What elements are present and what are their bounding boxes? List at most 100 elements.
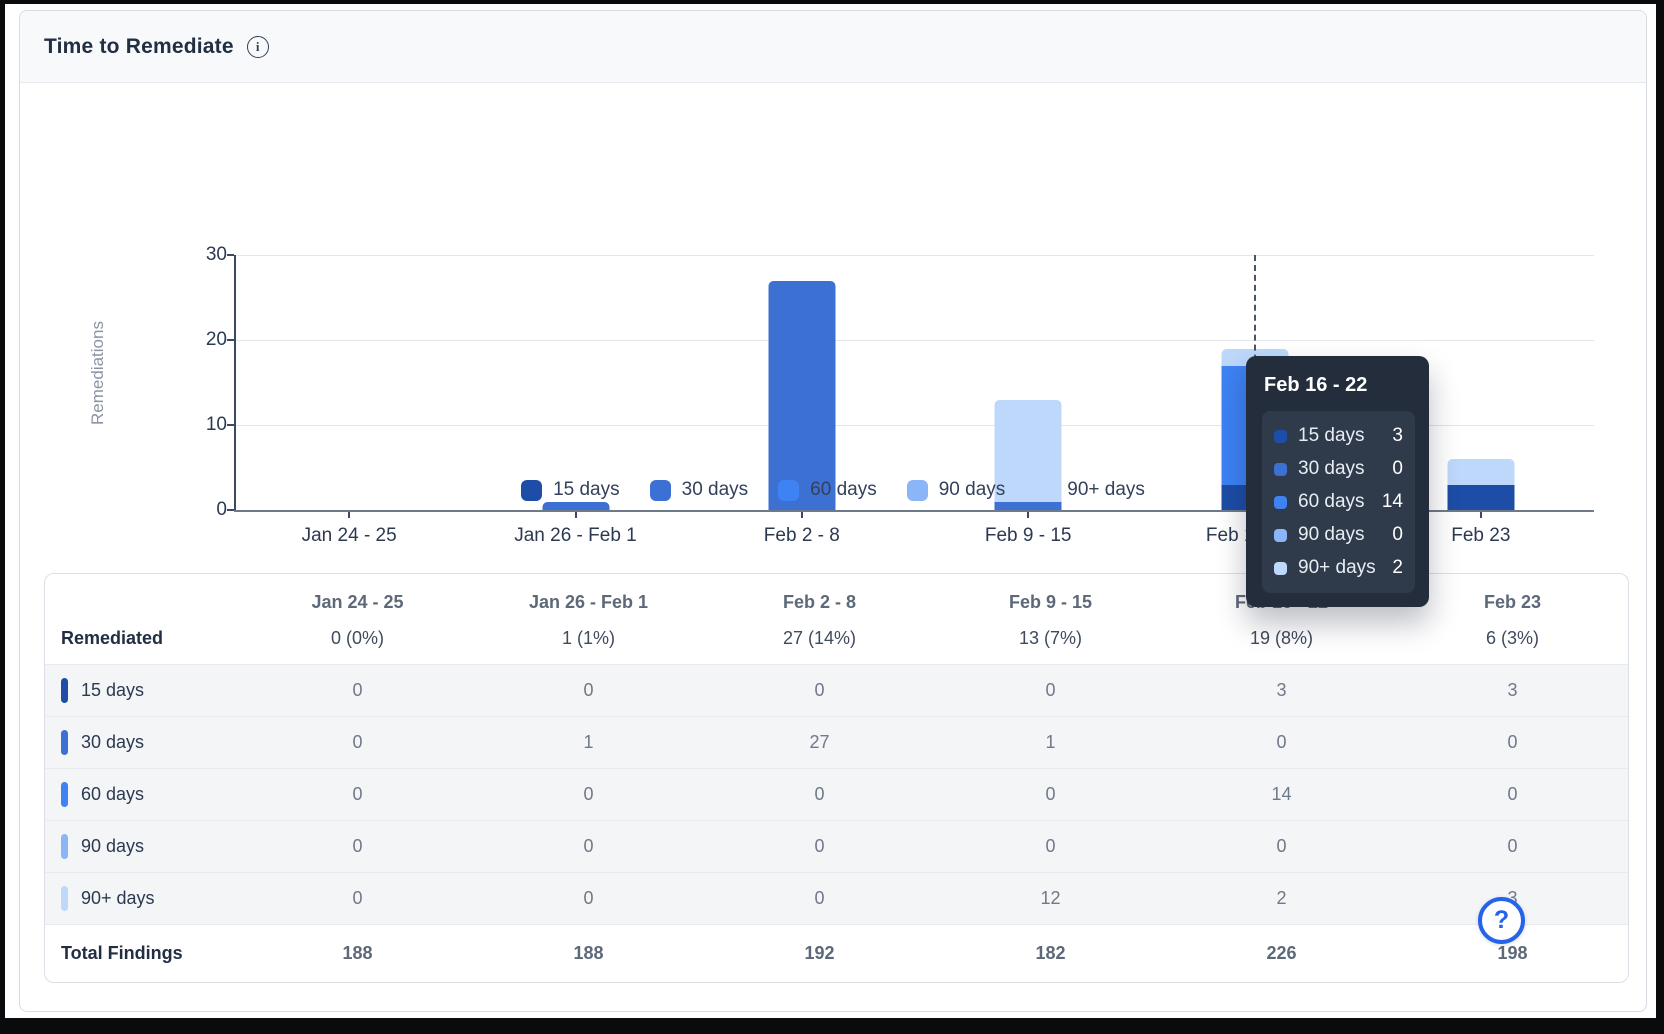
row-label-cell: 30 days — [45, 730, 242, 755]
y-tick-mark — [227, 339, 234, 341]
bar-jan-26-feb-1[interactable] — [542, 502, 609, 511]
row-label: Remediated — [61, 628, 163, 649]
legend-label: 60 days — [810, 479, 877, 501]
row-label: 60 days — [81, 784, 144, 805]
series-value: 0 — [704, 784, 935, 805]
y-axis-line — [234, 255, 236, 510]
tooltip-row-label: 30 days — [1298, 458, 1381, 480]
legend-swatch-icon — [778, 480, 799, 501]
x-tick-label: Jan 26 - Feb 1 — [514, 525, 637, 547]
total-findings-value: 182 — [935, 943, 1166, 964]
series-value: 2 — [1166, 888, 1397, 909]
series-color-pill — [61, 678, 68, 703]
gridline-30 — [236, 255, 1594, 256]
series-value: 0 — [935, 784, 1166, 805]
x-tick-label: Jan 24 - 25 — [302, 525, 397, 547]
bar-segment-30-days[interactable] — [768, 281, 835, 511]
x-tick-mark — [575, 512, 577, 518]
y-tick-label: 10 — [177, 414, 227, 436]
series-value: 0 — [1397, 784, 1628, 805]
legend-label: 15 days — [553, 479, 620, 501]
legend-swatch-icon — [907, 480, 928, 501]
row-label: 90+ days — [81, 888, 155, 909]
bar-segment-30-days[interactable] — [995, 502, 1062, 511]
series-value: 0 — [473, 680, 704, 701]
tooltip-row-60-days: 60 days14 — [1274, 491, 1403, 513]
remediated-value: 19 (8%) — [1166, 628, 1397, 649]
remediated-value: 13 (7%) — [935, 628, 1166, 649]
series-value: 0 — [704, 888, 935, 909]
bar-feb-2-8[interactable] — [768, 281, 835, 511]
remediated-value: 6 (3%) — [1397, 628, 1628, 649]
row-label-cell: 60 days — [45, 782, 242, 807]
row-label: 90 days — [81, 836, 144, 857]
gridline-20 — [236, 340, 1594, 341]
series-value: 1 — [935, 732, 1166, 753]
tooltip-swatch-icon — [1274, 529, 1287, 542]
series-value: 0 — [473, 836, 704, 857]
row-label-cell: 90+ days — [45, 886, 242, 911]
legend-swatch-icon — [650, 480, 671, 501]
table-column-header: Jan 24 - 25 — [242, 592, 473, 613]
series-value: 3 — [1397, 680, 1628, 701]
x-tick-label: Feb 9 - 15 — [985, 525, 1072, 547]
bar-segment-30-days[interactable] — [542, 502, 609, 511]
series-value: 0 — [935, 680, 1166, 701]
series-value: 0 — [1166, 732, 1397, 753]
series-value: 0 — [1166, 836, 1397, 857]
help-button[interactable]: ? — [1478, 897, 1525, 944]
row-label: 30 days — [81, 732, 144, 753]
series-value: 0 — [1397, 732, 1628, 753]
card-header: Time to Remediate i — [20, 11, 1646, 83]
row-label: Total Findings — [61, 943, 183, 964]
legend-item-30-days[interactable]: 30 days — [650, 479, 749, 501]
tooltip-swatch-icon — [1274, 496, 1287, 509]
series-value: 0 — [473, 888, 704, 909]
total-findings-value: 192 — [704, 943, 935, 964]
table-row-90-days: 90 days000000 — [45, 820, 1628, 872]
info-icon[interactable]: i — [247, 36, 269, 58]
total-findings-value: 188 — [473, 943, 704, 964]
tooltip-swatch-icon — [1274, 463, 1287, 476]
legend-item-90-days[interactable]: 90 days — [907, 479, 1006, 501]
y-tick-label: 0 — [177, 499, 227, 521]
tooltip-swatch-icon — [1274, 562, 1287, 575]
series-value: 0 — [1397, 836, 1628, 857]
series-value: 0 — [242, 680, 473, 701]
tooltip-row-label: 60 days — [1298, 491, 1371, 513]
total-findings-value: 198 — [1397, 943, 1628, 964]
x-tick-label: Feb 2 - 8 — [764, 525, 840, 547]
legend-label: 30 days — [682, 479, 749, 501]
legend-item-60-days[interactable]: 60 days — [778, 479, 877, 501]
legend-swatch-icon — [1035, 480, 1056, 501]
table-row-30-days: 30 days0127100 — [45, 716, 1628, 768]
legend-item-90+-days[interactable]: 90+ days — [1035, 479, 1145, 501]
table-row-total-findings: Total Findings 188188192182226198 — [45, 924, 1628, 982]
series-value: 0 — [473, 784, 704, 805]
tooltip-title: Feb 16 - 22 — [1262, 374, 1415, 397]
tooltip-panel: 15 days330 days060 days1490 days090+ day… — [1262, 411, 1415, 593]
tooltip-row-label: 90 days — [1298, 524, 1381, 546]
series-value: 0 — [242, 888, 473, 909]
series-color-pill — [61, 782, 68, 807]
series-value: 0 — [242, 732, 473, 753]
x-tick-mark — [1480, 512, 1482, 518]
series-value: 0 — [935, 836, 1166, 857]
remediated-value: 0 (0%) — [242, 628, 473, 649]
table-row-90+-days: 90+ days0001223 — [45, 872, 1628, 924]
tooltip-row-value: 2 — [1392, 557, 1403, 579]
series-value: 27 — [704, 732, 935, 753]
x-tick-label: Feb 23 — [1451, 525, 1510, 547]
y-tick-label: 30 — [177, 244, 227, 266]
chart-tooltip: Feb 16 - 22 15 days330 days060 days1490 … — [1246, 356, 1429, 607]
table-row-15-days: 15 days000033 — [45, 664, 1628, 716]
series-value: 3 — [1166, 680, 1397, 701]
legend-label: 90 days — [939, 479, 1006, 501]
series-value: 0 — [704, 680, 935, 701]
tooltip-row-label: 15 days — [1298, 425, 1381, 447]
remediated-value: 27 (14%) — [704, 628, 935, 649]
legend-item-15-days[interactable]: 15 days — [521, 479, 620, 501]
table-column-header: Feb 9 - 15 — [935, 592, 1166, 613]
y-tick-mark — [227, 424, 234, 426]
series-color-pill — [61, 730, 68, 755]
